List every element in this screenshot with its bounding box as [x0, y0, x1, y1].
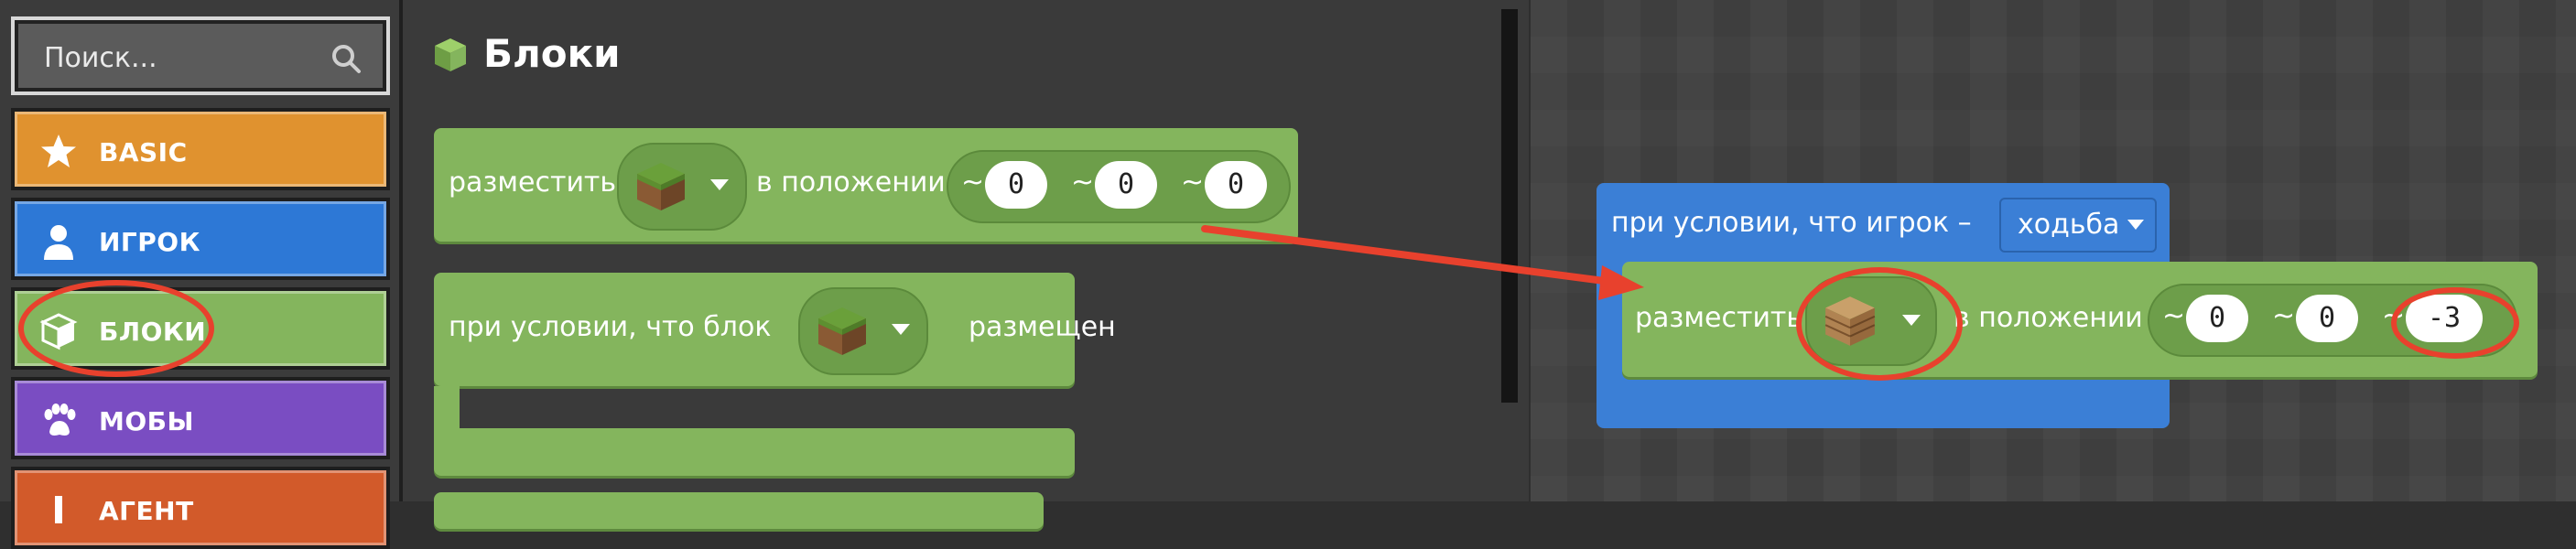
- annotation-arrow: [1201, 225, 1644, 300]
